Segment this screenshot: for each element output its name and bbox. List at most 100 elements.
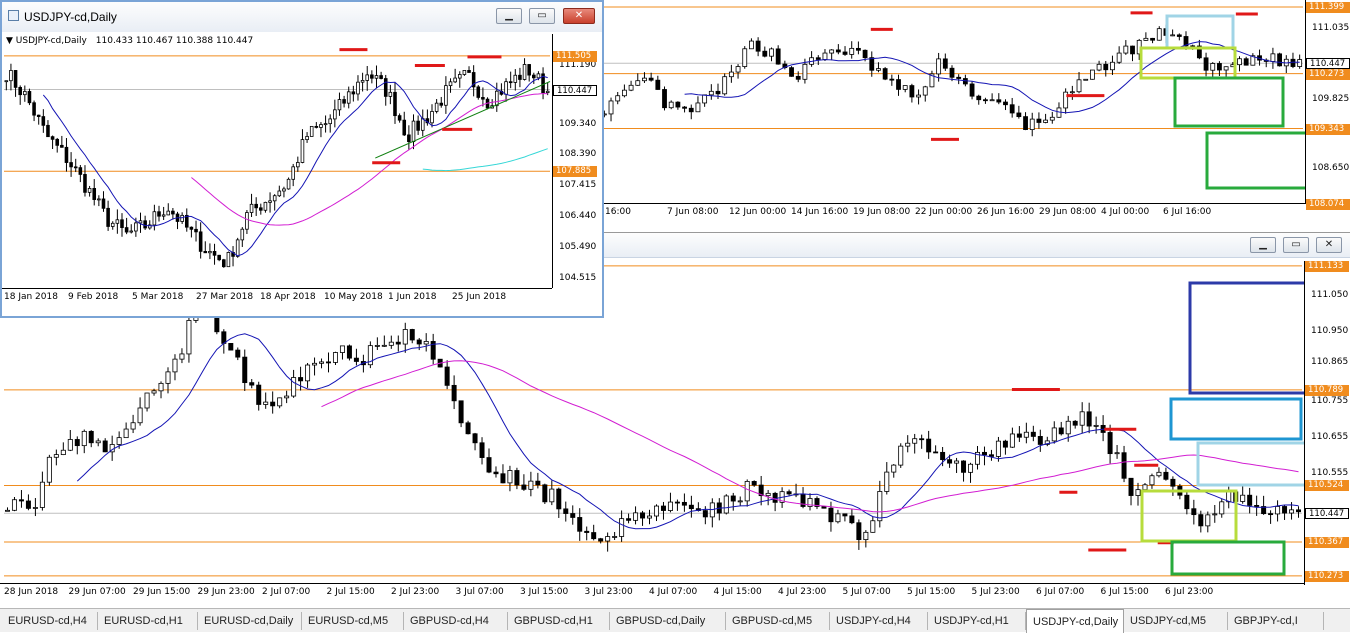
time-axis-daily[interactable]: 18 Jan 2018 9 Feb 2018 5 Mar 2018 27 Mar 20… [2, 288, 552, 307]
chart-tab[interactable]: GBPUSD-cd,H1 [508, 612, 610, 630]
candle-up [1043, 119, 1049, 123]
maximize-button[interactable]: ▭ [529, 8, 555, 24]
candle-up [282, 188, 286, 192]
window-titlebar-daily[interactable]: USDJPY-cd,Daily ▁ ▭ ✕ [2, 2, 602, 33]
candle-up [668, 101, 674, 109]
time-axis-h4[interactable]: 16:00 7 Jun 08:00 12 Jun 00:00 14 Jun 16:00… [601, 203, 1305, 222]
candle-down [1058, 427, 1064, 435]
candle-up [166, 210, 171, 216]
candle-down [60, 144, 64, 148]
dropdown-arrow-icon[interactable]: ▼ [6, 36, 13, 46]
time-label: 27 Mar 2018 [196, 292, 254, 302]
candle-down [1198, 514, 1204, 527]
candle-up [423, 341, 429, 345]
price-tick: 104.515 [559, 272, 597, 283]
chart-tab[interactable]: USDJPY-cd,Daily [1026, 609, 1124, 633]
time-axis-m5[interactable]: 28 Jun 2018 29 Jun 07:00 29 Jun 15:00 29 Ju… [0, 583, 1304, 608]
candle-down [458, 400, 464, 424]
moving-average-fast [76, 333, 1299, 530]
time-label: 19 Jun 08:00 [853, 207, 911, 217]
price-tick: 106.440 [559, 211, 597, 222]
chart-plot-daily[interactable] [4, 48, 551, 284]
candle-up [628, 84, 634, 91]
close-icon: ✕ [574, 10, 584, 21]
chart-plot-h4[interactable] [601, 4, 1328, 205]
candle-up [722, 76, 728, 95]
candle-up [129, 230, 134, 233]
candle-down [74, 439, 80, 447]
chart-tab[interactable]: USDJPY-cd,H4 [830, 612, 928, 630]
moving-average-fast [42, 75, 548, 257]
minimize-icon: ▁ [1259, 239, 1267, 250]
price-level-tag: 108.074 [1306, 198, 1350, 210]
candle-down [1103, 63, 1109, 71]
price-axis-h4[interactable]: 111.035109.825109.250108.650111.399110.2… [1305, 0, 1350, 210]
chart-tab[interactable]: USDJPY-cd,H1 [928, 612, 1026, 630]
time-label: 18 Jan 2018 [4, 292, 58, 302]
candle-down [842, 51, 848, 55]
price-axis-m5[interactable]: 111.050 110.950 110.865 110.755 110.655 110.5… [1304, 260, 1350, 585]
candle-down [353, 357, 359, 362]
candle-up [545, 90, 550, 93]
chart-tab[interactable]: EURUSD-cd,Daily [198, 612, 302, 630]
time-label: 6 Jul 07:00 [1036, 587, 1085, 597]
time-label: 5 Jul 15:00 [907, 587, 956, 597]
bid-price-tag: 110.447 [1306, 58, 1350, 70]
candle-down [855, 47, 861, 51]
candle-down [1296, 509, 1302, 513]
close-button[interactable]: ✕ [563, 8, 595, 24]
candle-down [314, 125, 319, 128]
candle-down [36, 114, 41, 117]
candle-down [1086, 411, 1092, 427]
price-level-tag: 110.273 [1305, 570, 1349, 582]
candle-down [909, 85, 915, 98]
time-label: 6 Jul 23:00 [1165, 587, 1214, 597]
maximize-button[interactable]: ▭ [1283, 237, 1309, 253]
candle-down [828, 507, 834, 523]
chart-tab[interactable]: GBPUSD-cd,H4 [404, 612, 508, 630]
candle-down [675, 101, 681, 108]
candle-up [110, 222, 115, 227]
price-tick: 110.755 [1311, 396, 1349, 407]
chart-tab[interactable]: GBPJPY-cd,I [1228, 612, 1324, 630]
candle-up [667, 501, 673, 511]
candle-down [662, 89, 667, 109]
candle-down [326, 361, 331, 364]
minimize-button[interactable]: ▁ [496, 8, 522, 24]
candle-down [688, 504, 694, 510]
candle-down [1150, 37, 1155, 41]
chart-tab[interactable]: GBPUSD-cd,M5 [726, 612, 830, 630]
candle-up [374, 345, 380, 347]
chart-tab[interactable]: USDJPY-cd,M5 [1124, 612, 1228, 630]
candle-down [660, 505, 666, 511]
candle-up [876, 68, 881, 71]
chart-tab[interactable]: EURUSD-cd,M5 [302, 612, 404, 630]
chart-tab[interactable]: EURUSD-cd,H4 [2, 612, 98, 630]
candle-up [284, 395, 290, 399]
candle-up [653, 505, 659, 517]
candle-up [333, 109, 337, 120]
candle-up [277, 397, 283, 407]
candle-up [635, 80, 641, 86]
candle-up [891, 464, 897, 473]
candle-down [189, 226, 194, 230]
candle-down [83, 174, 87, 193]
candle-down [351, 91, 356, 95]
candle-down [13, 70, 18, 88]
chart-window-h4[interactable]: 111.035109.825109.250108.650111.399110.2… [598, 0, 1350, 228]
candle-up [1156, 471, 1162, 477]
chart-window-daily[interactable]: USDJPY-cd,Daily ▁ ▭ ✕ ▼ USDJPY-cd,Daily … [0, 0, 604, 318]
price-axis-daily[interactable]: 111.190110.265109.340108.390107.415106.4… [552, 34, 601, 288]
minimize-button[interactable]: ▁ [1250, 237, 1276, 253]
chart-tab[interactable]: EURUSD-cd,H1 [98, 612, 198, 630]
candle-up [365, 74, 370, 81]
candle-up [1270, 53, 1276, 62]
chart-tab[interactable]: GBPUSD-cd,Daily [610, 612, 726, 630]
price-level-tag: 110.367 [1305, 537, 1349, 549]
candle-down [1191, 508, 1197, 516]
candle-down [988, 454, 994, 457]
candle-up [402, 329, 408, 345]
candle-up [549, 488, 555, 503]
close-button[interactable]: ✕ [1316, 237, 1342, 253]
candle-down [203, 250, 208, 254]
